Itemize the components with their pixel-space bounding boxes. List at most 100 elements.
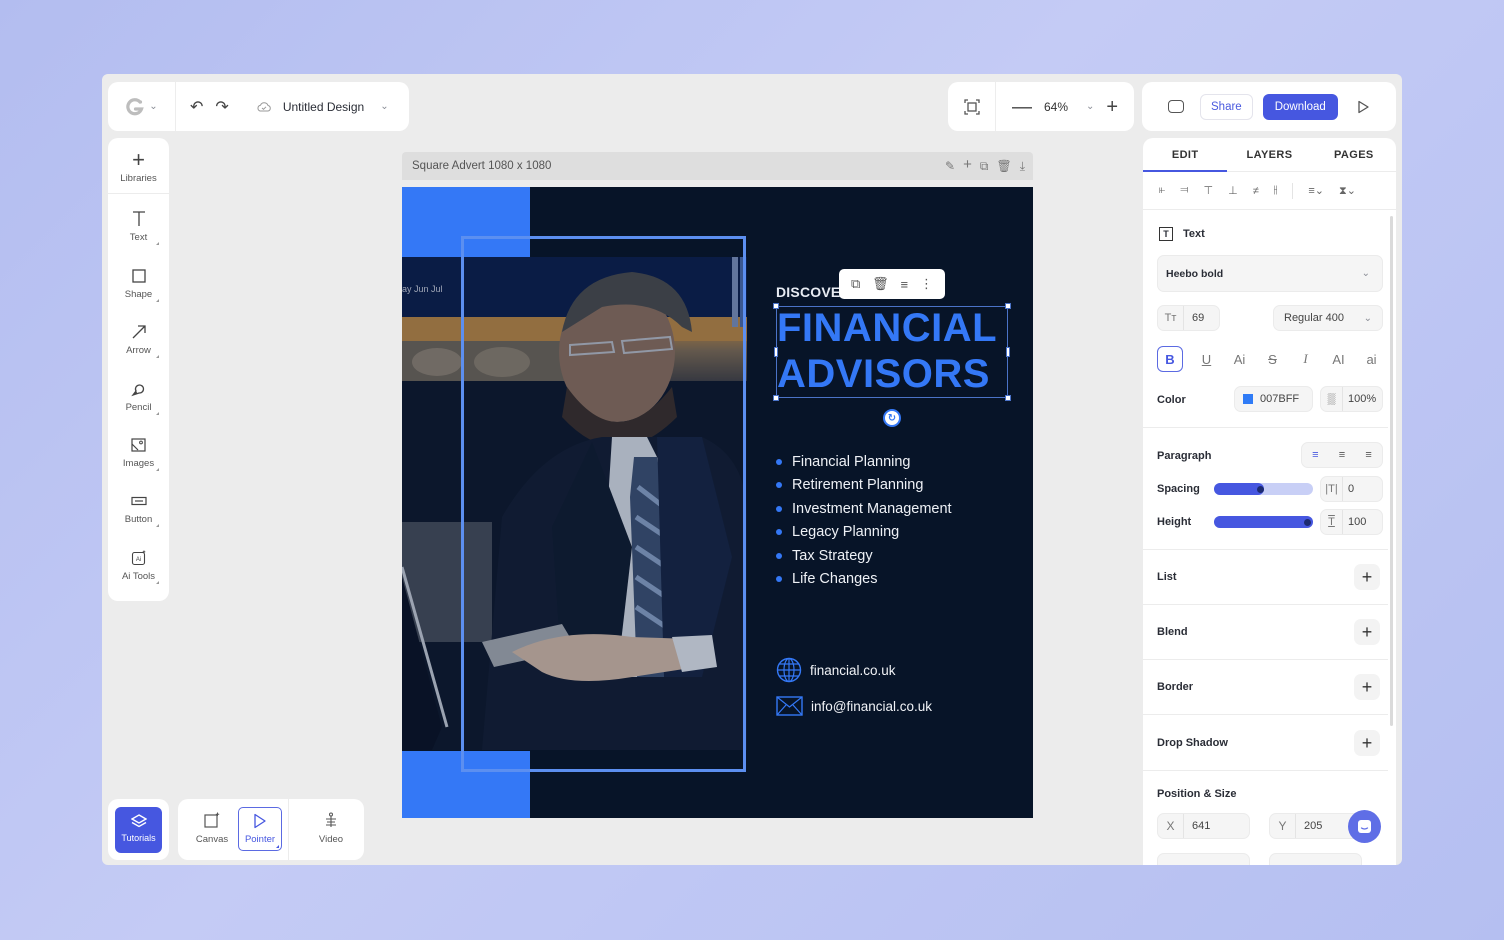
- letter-spacing-icon: |T|: [1321, 477, 1343, 501]
- zoom-out-button[interactable]: —: [1012, 97, 1032, 117]
- add-drop-shadow-button[interactable]: +: [1354, 730, 1380, 756]
- zoom-in-button[interactable]: +: [1106, 97, 1118, 117]
- align-right-icon[interactable]: ⫤: [1180, 184, 1188, 197]
- element-type-label: Text: [1183, 228, 1205, 240]
- svg-text:Ai: Ai: [135, 557, 140, 563]
- services-list[interactable]: Financial Planning Retirement Planning I…: [776, 450, 952, 591]
- edit-artboard-icon[interactable]: ✎: [945, 159, 955, 174]
- download-artboard-icon[interactable]: ⤓: [1020, 159, 1025, 174]
- pointer-mode-button[interactable]: Pointer: [238, 807, 282, 851]
- resize-handle-nw[interactable]: [773, 303, 779, 309]
- play-preview-icon[interactable]: [1356, 100, 1370, 114]
- document-title[interactable]: Untitled Design: [283, 100, 364, 114]
- spacing-slider-handle[interactable]: [1256, 486, 1264, 493]
- add-blend-button[interactable]: +: [1354, 619, 1380, 645]
- video-mode-button[interactable]: Video: [303, 799, 359, 860]
- resize-handle-e[interactable]: [1006, 347, 1010, 357]
- duplicate-artboard-icon[interactable]: ⧉: [980, 159, 989, 174]
- text-align-icon[interactable]: ≡: [901, 277, 909, 292]
- resize-handle-w[interactable]: [774, 347, 778, 357]
- line-height-input[interactable]: T 100: [1320, 509, 1383, 535]
- video-label: Video: [318, 834, 344, 845]
- font-size-input[interactable]: Tᴛ 69: [1157, 305, 1220, 331]
- uppercase-button[interactable]: AI: [1322, 346, 1355, 372]
- tool-ai[interactable]: Ai Ai Tools: [108, 547, 169, 584]
- align-text-left-icon[interactable]: ≡: [1312, 449, 1318, 461]
- underline-button[interactable]: U: [1190, 346, 1223, 372]
- color-swatch[interactable]: [1243, 394, 1253, 404]
- tutorials-button[interactable]: Tutorials: [115, 807, 162, 853]
- resize-handle-ne[interactable]: [1005, 303, 1011, 309]
- height-label: Height: [1157, 516, 1192, 528]
- tool-shape[interactable]: Shape: [108, 265, 169, 302]
- undo-button[interactable]: ↶: [190, 97, 203, 117]
- download-button[interactable]: Download: [1262, 93, 1338, 120]
- align-text-center-icon[interactable]: ≡: [1339, 449, 1345, 461]
- spacing-input[interactable]: |T| 0: [1320, 476, 1383, 502]
- align-text-right-icon[interactable]: ≡: [1365, 449, 1371, 461]
- email-contact[interactable]: info@financial.co.uk: [776, 696, 932, 716]
- share-button[interactable]: Share: [1200, 93, 1253, 120]
- add-artboard-icon[interactable]: +: [963, 157, 972, 174]
- fit-to-screen-button[interactable]: [948, 82, 996, 131]
- tool-text[interactable]: Text: [108, 208, 169, 245]
- font-family-select[interactable]: Heebo bold ⌄: [1157, 255, 1383, 292]
- resize-handle-se[interactable]: [1005, 395, 1011, 401]
- line-height-icon: T: [1321, 510, 1343, 534]
- tab-layers[interactable]: LAYERS: [1227, 138, 1311, 171]
- tool-images[interactable]: Images: [108, 434, 169, 471]
- comment-icon[interactable]: [1168, 100, 1184, 113]
- logo-menu[interactable]: ⌄: [108, 82, 176, 131]
- opacity-input[interactable]: ▒ 100%: [1320, 386, 1383, 412]
- height-slider[interactable]: [1214, 516, 1313, 528]
- tab-pages[interactable]: PAGES: [1312, 138, 1396, 171]
- x-position-input[interactable]: X 641: [1157, 813, 1250, 839]
- photo-frame-outline[interactable]: [461, 236, 746, 772]
- zoom-dropdown-icon[interactable]: ⌄: [1086, 101, 1094, 112]
- height-slider-handle[interactable]: [1304, 519, 1311, 526]
- font-weight-value: Regular 400: [1284, 312, 1344, 324]
- website-contact[interactable]: financial.co.uk: [776, 657, 896, 683]
- panel-scrollbar[interactable]: [1390, 216, 1393, 726]
- toolbar-divider: [288, 799, 289, 860]
- add-border-button[interactable]: +: [1354, 674, 1380, 700]
- align-bottom-icon[interactable]: ⊥: [1228, 184, 1238, 197]
- resize-handle-sw[interactable]: [773, 395, 779, 401]
- delete-artboard-icon[interactable]: 🗑: [996, 159, 1011, 174]
- delete-icon[interactable]: 🗑: [872, 276, 889, 292]
- blend-section: Blend +: [1143, 605, 1388, 660]
- tool-button[interactable]: Button: [108, 490, 169, 527]
- add-list-button[interactable]: +: [1354, 564, 1380, 590]
- text-case-button[interactable]: Ai: [1223, 346, 1256, 372]
- distribute-dropdown-icon[interactable]: ≡⌄: [1308, 184, 1324, 197]
- bold-button[interactable]: B: [1157, 346, 1183, 372]
- lowercase-button[interactable]: ai: [1355, 346, 1388, 372]
- align-top-icon[interactable]: ⊤: [1204, 184, 1214, 197]
- spacing-slider[interactable]: [1214, 483, 1313, 495]
- title-chevron-down-icon[interactable]: ⌄: [380, 101, 388, 112]
- flip-dropdown-icon[interactable]: ⧗⌄: [1339, 184, 1356, 198]
- tool-libraries[interactable]: + Libraries: [108, 147, 169, 184]
- list-item: Life Changes: [776, 568, 952, 592]
- align-center-icon[interactable]: ⫲: [1274, 184, 1278, 197]
- canvas-mode-button[interactable]: Canvas: [184, 799, 240, 860]
- width-input[interactable]: [1157, 853, 1250, 865]
- selection-box[interactable]: [773, 303, 1011, 401]
- chat-support-button[interactable]: [1348, 810, 1381, 843]
- tab-edit[interactable]: EDIT: [1143, 138, 1228, 172]
- blend-section-label: Blend: [1157, 626, 1188, 638]
- more-options-icon[interactable]: ⋮: [920, 276, 933, 292]
- design-canvas[interactable]: ay Jun Jul DISCOVER FINANCIAL ADVISORS ↻…: [402, 187, 1033, 818]
- tool-arrow[interactable]: Arrow: [108, 321, 169, 358]
- font-weight-select[interactable]: Regular 400 ⌄: [1273, 305, 1383, 331]
- duplicate-icon[interactable]: ⧉: [851, 276, 860, 292]
- color-input[interactable]: 007BFF: [1234, 386, 1313, 412]
- strikethrough-button[interactable]: S: [1256, 346, 1289, 372]
- align-left-icon[interactable]: ⫦: [1159, 184, 1165, 197]
- tool-pencil[interactable]: Pencil: [108, 378, 169, 415]
- italic-button[interactable]: I: [1289, 346, 1322, 372]
- redo-button[interactable]: ↷: [215, 97, 228, 117]
- align-middle-icon[interactable]: ≠: [1253, 185, 1259, 197]
- height-input[interactable]: [1269, 853, 1362, 865]
- rotate-handle-icon[interactable]: ↻: [883, 409, 901, 427]
